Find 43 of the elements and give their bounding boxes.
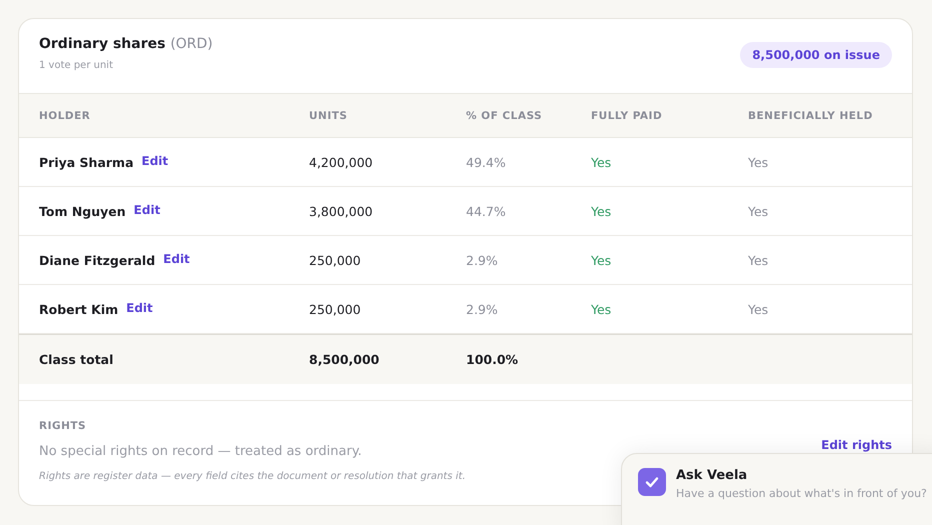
assistant-title: Ask Veela bbox=[676, 468, 748, 483]
column-header: BENEFICIALLY HELD bbox=[748, 110, 874, 122]
holder-name: Priya Sharma bbox=[39, 154, 134, 170]
units-cell-text: 250,000 bbox=[309, 252, 362, 268]
total-label: Class total bbox=[39, 352, 114, 367]
percent-cell-text: 44.7% bbox=[466, 204, 507, 218]
total-percent: 100.0% bbox=[466, 352, 520, 367]
fully-paid-cell-text: Yes bbox=[591, 204, 612, 218]
percent-cell-text: 2.9% bbox=[466, 252, 499, 268]
holder-name: Tom Nguyen bbox=[39, 204, 126, 218]
beneficially-held-cell-text: Yes bbox=[748, 204, 770, 218]
total-units: 8,500,000 bbox=[309, 352, 380, 367]
column-header: % OF CLASS bbox=[466, 110, 544, 122]
edit-link[interactable]: Edit bbox=[126, 300, 153, 314]
column-header: FULLY PAID bbox=[591, 110, 664, 122]
edit-link[interactable]: Edit bbox=[134, 202, 160, 216]
fully-paid-cell-text: Yes bbox=[591, 252, 612, 268]
class-title: Ordinary shares (ORD) bbox=[39, 36, 213, 52]
beneficially-held-cell-text: Yes bbox=[748, 252, 770, 268]
units-cell-text: 4,200,000 bbox=[309, 154, 374, 170]
beneficially-held-cell-text: Yes bbox=[748, 302, 770, 316]
units-cell-text: 250,000 bbox=[309, 302, 362, 316]
edit-link[interactable]: Edit bbox=[163, 252, 190, 266]
units-cell-text: 3,800,000 bbox=[309, 204, 374, 218]
rights-text: No special rights on record — treated as ordinary. bbox=[39, 444, 362, 459]
percent-cell-text: 2.9% bbox=[466, 302, 499, 316]
rights-heading: RIGHTS bbox=[39, 420, 88, 432]
holder-name: Diane Fitzgerald bbox=[39, 252, 156, 268]
column-header: UNITS bbox=[309, 110, 348, 122]
vote-note: 1 vote per unit bbox=[39, 60, 114, 71]
fully-paid-cell-text: Yes bbox=[591, 302, 612, 316]
beneficially-held-cell-text: Yes bbox=[748, 154, 770, 170]
rights-note: Rights are register data — every field cites the document or resolution that grants it. bbox=[39, 471, 466, 482]
check-icon bbox=[638, 468, 666, 496]
assistant-subtitle: Have a question about what's in front of you? bbox=[676, 487, 927, 500]
column-header: HOLDER bbox=[39, 110, 92, 122]
percent-cell-text: 49.4% bbox=[466, 154, 507, 170]
holder-name: Robert Kim bbox=[39, 302, 118, 316]
on-issue-badge: 8,500,000 on issue bbox=[740, 42, 892, 68]
edit-link[interactable]: Edit bbox=[142, 154, 168, 168]
assistant-panel[interactable]: Ask Veela Have a question about what's in front of you? bbox=[621, 453, 932, 525]
fully-paid-cell-text: Yes bbox=[591, 154, 612, 170]
edit-rights-link[interactable]: Edit rights bbox=[821, 438, 892, 452]
